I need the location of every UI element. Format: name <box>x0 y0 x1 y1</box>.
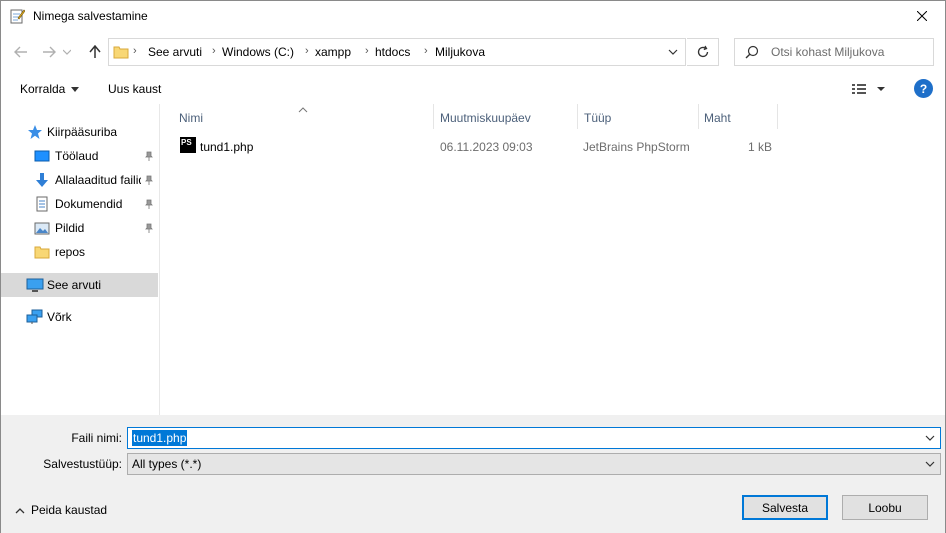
filetype-select[interactable]: All types (*.*) <box>127 453 941 475</box>
breadcrumb-htdocs[interactable]: htdocs <box>375 45 410 59</box>
breadcrumb-separator: › <box>365 45 369 57</box>
save-button[interactable]: Salvesta <box>742 495 828 520</box>
refresh-icon <box>697 45 708 58</box>
recent-locations-button[interactable] <box>59 40 75 64</box>
notepad-icon <box>9 8 26 24</box>
chevron-down-icon <box>63 49 71 55</box>
column-header-name[interactable]: Nimi <box>173 104 433 131</box>
address-history-button[interactable] <box>665 44 681 60</box>
up-button[interactable] <box>83 40 107 64</box>
cancel-button[interactable]: Loobu <box>842 495 928 520</box>
pin-icon <box>144 222 154 236</box>
sidebar-item-network[interactable]: Võrk <box>1 305 158 329</box>
close-button[interactable] <box>899 1 945 31</box>
search-icon <box>745 45 759 62</box>
arrow-left-icon <box>14 46 27 58</box>
sidebar-item-label: Kiirpääsuriba <box>47 125 118 139</box>
breadcrumb-separator: › <box>212 45 216 57</box>
sidebar-item-label: repos <box>55 245 86 259</box>
arrow-up-icon <box>89 45 101 58</box>
navigation-pane: Kiirpääsuriba Töölaud Allalaaditud faili… <box>1 104 160 415</box>
file-type: JetBrains PhpStorm <box>583 140 690 154</box>
file-size: 1 kB <box>748 140 773 154</box>
pin-icon <box>144 150 154 164</box>
save-dialog: Nimega salvestamine › See arvuti › Windo… <box>0 0 946 533</box>
hide-folders-toggle[interactable]: Peida kaustad <box>15 503 107 517</box>
forward-button[interactable] <box>37 40 61 64</box>
phpstorm-file-icon: PS <box>180 137 196 153</box>
pin-icon <box>144 174 154 188</box>
star-icon <box>27 124 43 140</box>
sidebar-item-label: Töölaud <box>55 149 99 163</box>
chevron-up-icon <box>15 507 25 514</box>
file-row[interactable]: PS tund1.php 06.11.2023 09:03 JetBrains … <box>173 134 778 158</box>
command-bar: Korralda Uus kaust <box>1 74 945 104</box>
breadcrumb-see-arvuti[interactable]: See arvuti <box>148 45 202 59</box>
search-box[interactable] <box>734 38 934 66</box>
filetype-dropdown-button[interactable] <box>923 457 937 471</box>
breadcrumb-windows-c[interactable]: Windows (C:) <box>222 45 294 59</box>
window-title: Nimega salvestamine <box>33 9 148 23</box>
sidebar-item-label: Pildid <box>55 221 85 235</box>
chevron-down-icon <box>925 461 935 467</box>
back-button[interactable] <box>9 40 33 64</box>
title-bar: Nimega salvestamine <box>1 1 945 32</box>
filename-field[interactable]: tund1.php <box>127 427 941 449</box>
chevron-down-icon <box>668 49 678 55</box>
column-header-size[interactable]: Maht <box>698 104 778 131</box>
sidebar-item-label: Allalaaditud failid <box>55 173 141 187</box>
breadcrumb-miljukova[interactable]: Miljukova <box>435 45 485 59</box>
caret-down-icon <box>71 87 80 93</box>
sidebar-item-quick-access[interactable]: Kiirpääsuriba <box>1 120 158 144</box>
details-view-icon <box>852 84 885 94</box>
filename-input[interactable]: tund1.php <box>132 430 188 446</box>
sidebar-item-pictures[interactable]: Pildid <box>1 216 158 240</box>
new-folder-button[interactable]: Uus kaust <box>108 82 161 96</box>
close-icon <box>917 11 927 21</box>
hide-folders-label: Peida kaustad <box>31 503 108 517</box>
file-name: tund1.php <box>200 140 254 154</box>
sidebar-item-documents[interactable]: Dokumendid <box>1 192 158 216</box>
filename-label: Faili nimi: <box>71 431 122 445</box>
column-header-modified[interactable]: Muutmiskuupäev <box>434 104 577 131</box>
refresh-button[interactable] <box>687 38 719 66</box>
search-input[interactable] <box>771 44 929 60</box>
breadcrumb-separator: › <box>305 45 309 57</box>
breadcrumb-separator: › <box>133 45 137 57</box>
sidebar-item-desktop[interactable]: Töölaud <box>1 144 158 168</box>
file-modified: 06.11.2023 09:03 <box>440 140 533 154</box>
folder-icon <box>113 44 129 63</box>
sidebar-item-label: See arvuti <box>47 278 102 292</box>
sidebar-item-label: Võrk <box>47 310 72 324</box>
desktop-icon <box>34 148 50 164</box>
network-icon <box>26 309 43 325</box>
column-divider[interactable] <box>777 104 778 129</box>
filename-history-button[interactable] <box>923 431 937 445</box>
organize-label: Korralda <box>20 82 66 96</box>
folder-icon <box>34 244 50 260</box>
help-button[interactable]: ? <box>914 79 933 98</box>
computer-icon <box>26 277 44 293</box>
sidebar-item-label: Dokumendid <box>55 197 123 211</box>
breadcrumb-xampp[interactable]: xampp <box>315 45 351 59</box>
pin-icon <box>144 198 154 212</box>
sidebar-item-repos[interactable]: repos <box>1 240 158 264</box>
filetype-label: Salvestustüüp: <box>43 457 122 471</box>
sidebar-item-downloads[interactable]: Allalaaditud failid <box>1 168 158 192</box>
download-icon <box>34 172 50 188</box>
sidebar-item-this-pc[interactable]: See arvuti <box>1 273 158 297</box>
change-view-button[interactable] <box>851 81 891 99</box>
column-header-type[interactable]: Tüüp <box>578 104 698 131</box>
address-bar[interactable]: › See arvuti › Windows (C:) › xampp › ht… <box>108 38 686 66</box>
document-icon <box>34 196 50 212</box>
chevron-down-icon <box>925 435 935 441</box>
breadcrumb-separator: › <box>424 45 428 57</box>
pictures-icon <box>34 220 50 236</box>
arrow-right-icon <box>43 46 56 58</box>
filetype-value: All types (*.*) <box>132 457 202 471</box>
organize-button[interactable]: Korralda <box>20 82 80 96</box>
